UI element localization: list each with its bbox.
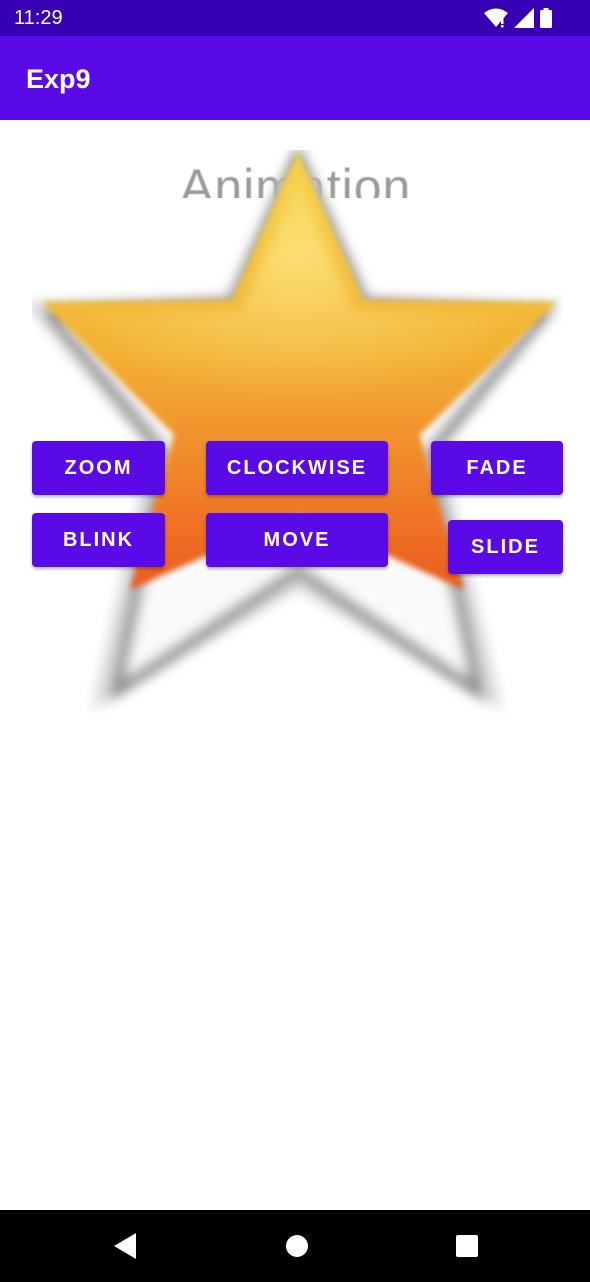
- battery-icon: [540, 8, 552, 28]
- home-icon: [286, 1235, 308, 1257]
- blink-button[interactable]: BLINK: [32, 513, 165, 567]
- recents-button[interactable]: [427, 1210, 507, 1282]
- status-time: 11:29: [14, 7, 63, 29]
- back-button[interactable]: [86, 1210, 166, 1282]
- back-icon: [114, 1233, 136, 1259]
- clockwise-button[interactable]: CLOCKWISE: [206, 441, 388, 495]
- home-button[interactable]: [257, 1210, 337, 1282]
- recents-icon: [456, 1235, 478, 1257]
- slide-button[interactable]: SLIDE: [448, 520, 563, 574]
- signal-icon: [514, 8, 534, 28]
- status-bar: 11:29: [0, 0, 590, 36]
- fade-button[interactable]: FADE: [431, 441, 563, 495]
- status-icons: [484, 8, 552, 28]
- app-bar: Exp9: [0, 36, 590, 120]
- wifi-icon: [484, 8, 508, 28]
- navigation-bar: [0, 1210, 590, 1282]
- zoom-button[interactable]: ZOOM: [32, 441, 165, 495]
- app-title: Exp9: [26, 64, 91, 94]
- move-button[interactable]: MOVE: [206, 513, 388, 567]
